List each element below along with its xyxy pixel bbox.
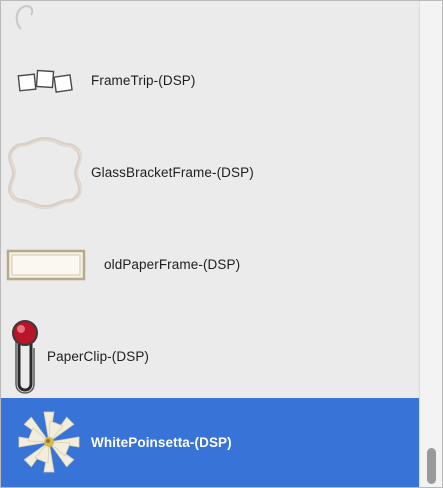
- list-item-label: PaperClip-(DSP): [47, 349, 150, 364]
- paper-clip-icon: [12, 320, 38, 394]
- partial-thumbnail-icon: [15, 5, 34, 30]
- frame-trip-icon: [17, 69, 73, 93]
- vertical-scrollbar[interactable]: [419, 1, 442, 487]
- list-item-label: GlassBracketFrame-(DSP): [91, 165, 254, 180]
- list-item-partial[interactable]: [1, 1, 419, 30]
- list-item-label: oldPaperFrame-(DSP): [104, 257, 241, 272]
- scrollbar-thumb[interactable]: [427, 448, 436, 484]
- old-paper-frame-icon: [6, 249, 86, 281]
- list-item-paper-clip[interactable]: PaperClip-(DSP): [1, 312, 419, 402]
- brush-list: FrameTrip-(DSP) GlassBracketFrame-(DSP) …: [1, 1, 419, 487]
- list-item-label: WhitePoinsetta-(DSP): [91, 435, 232, 450]
- list-item-glass-bracket-frame[interactable]: GlassBracketFrame-(DSP): [1, 128, 419, 218]
- list-item-frame-trip[interactable]: FrameTrip-(DSP): [1, 36, 419, 126]
- brush-list-panel: FrameTrip-(DSP) GlassBracketFrame-(DSP) …: [0, 0, 443, 488]
- list-item-white-poinsetta[interactable]: WhitePoinsetta-(DSP): [1, 398, 419, 487]
- white-poinsetta-icon: [18, 411, 80, 473]
- glass-bracket-frame-icon: [8, 137, 82, 209]
- list-item-old-paper-frame[interactable]: oldPaperFrame-(DSP): [1, 220, 419, 310]
- list-item-label: FrameTrip-(DSP): [91, 73, 196, 88]
